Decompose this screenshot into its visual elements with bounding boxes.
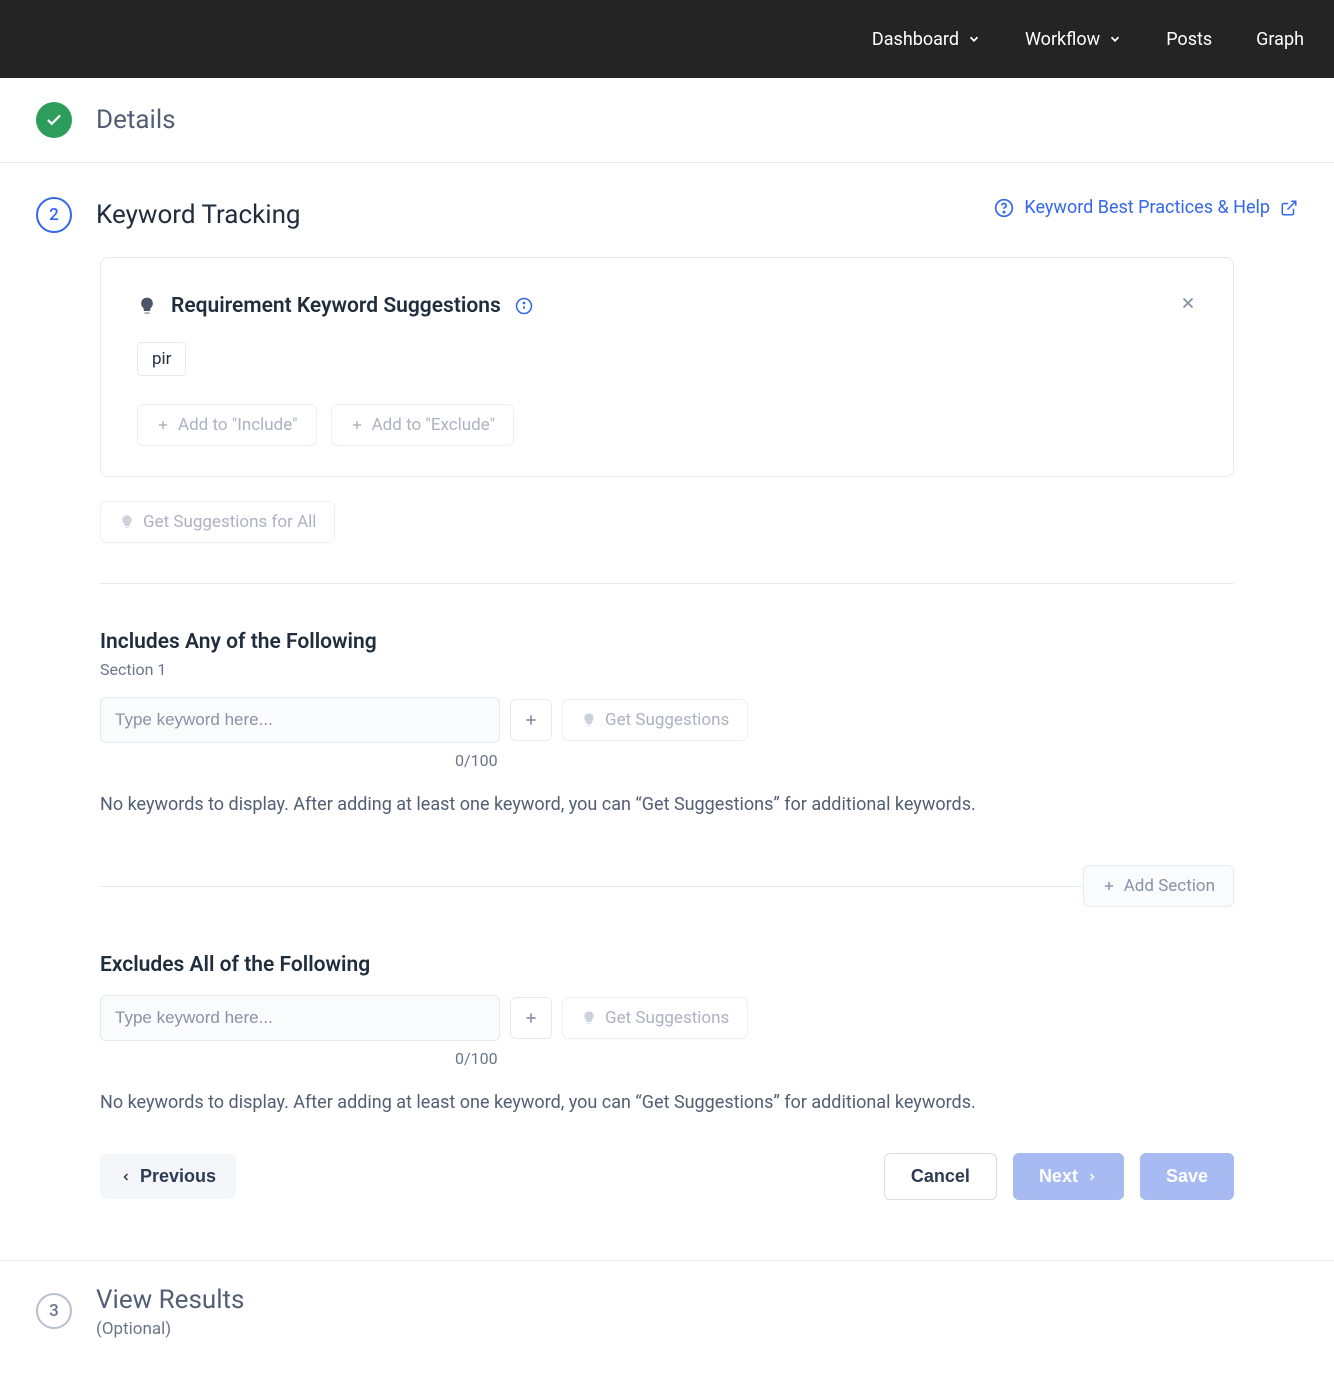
cancel-label: Cancel	[911, 1166, 970, 1186]
suggestion-actions: Add to "Include" Add to "Exclude"	[137, 404, 1197, 446]
nav-workflow[interactable]: Workflow	[1025, 29, 1122, 50]
footer-actions: Previous Cancel Next Save	[100, 1153, 1234, 1230]
step-3-number: 3	[49, 1301, 59, 1321]
suggestions-card-title: Requirement Keyword Suggestions	[171, 294, 501, 318]
question-circle-icon	[994, 198, 1014, 218]
nav-posts[interactable]: Posts	[1166, 29, 1212, 50]
help-link[interactable]: Keyword Best Practices & Help	[994, 197, 1298, 218]
plus-icon	[1102, 879, 1116, 893]
chevron-right-icon	[1086, 1171, 1098, 1183]
divider	[100, 886, 1083, 887]
excludes-get-suggestions-button[interactable]: Get Suggestions	[562, 997, 748, 1039]
includes-keyword-input[interactable]	[100, 697, 500, 743]
add-section-button[interactable]: Add Section	[1083, 865, 1234, 907]
step-2-header: 2 Keyword Tracking Keyword Best Practice…	[0, 163, 1334, 257]
includes-section-label: Section 1	[100, 660, 1234, 679]
excludes-keyword-input[interactable]	[100, 995, 500, 1041]
lightbulb-icon	[119, 514, 135, 530]
step-2-number: 2	[49, 205, 59, 225]
info-circle-icon[interactable]	[515, 297, 533, 315]
step-1-header[interactable]: Details	[0, 78, 1334, 163]
suggestions-card: Requirement Keyword Suggestions pir Add …	[100, 257, 1234, 477]
check-icon	[45, 111, 63, 129]
add-to-include-label: Add to "Include"	[178, 415, 298, 435]
plus-icon	[156, 418, 170, 432]
get-suggestions-all-button[interactable]: Get Suggestions for All	[100, 501, 335, 543]
suggestion-chip[interactable]: pir	[137, 342, 186, 376]
help-link-label: Keyword Best Practices & Help	[1024, 197, 1270, 218]
add-to-exclude-button[interactable]: Add to "Exclude"	[331, 404, 515, 446]
add-section-label: Add Section	[1124, 876, 1215, 896]
plus-icon	[523, 1010, 539, 1026]
step-2-circle: 2	[36, 197, 72, 233]
keyword-tracking-panel: Requirement Keyword Suggestions pir Add …	[0, 257, 1334, 1260]
add-to-exclude-label: Add to "Exclude"	[372, 415, 496, 435]
excludes-add-button[interactable]	[510, 997, 552, 1039]
close-suggestions-button[interactable]	[1179, 294, 1197, 312]
save-label: Save	[1166, 1166, 1208, 1187]
includes-counter: 0/100	[455, 751, 1234, 770]
step-3-subtitle: (Optional)	[96, 1319, 244, 1339]
includes-empty-text: No keywords to display. After adding at …	[100, 794, 1234, 815]
excludes-empty-text: No keywords to display. After adding at …	[100, 1092, 1234, 1113]
save-button[interactable]: Save	[1140, 1153, 1234, 1200]
includes-input-row: Get Suggestions	[100, 697, 1234, 743]
step-2-title: Keyword Tracking	[96, 200, 301, 230]
excludes-input-row: Get Suggestions	[100, 995, 1234, 1041]
includes-get-suggestions-button[interactable]: Get Suggestions	[562, 699, 748, 741]
add-section-row: Add Section	[100, 865, 1234, 907]
nav-graph-label: Graph	[1256, 29, 1304, 50]
includes-title: Includes Any of the Following	[100, 630, 1234, 654]
divider	[100, 583, 1234, 584]
previous-button[interactable]: Previous	[100, 1154, 236, 1199]
next-button[interactable]: Next	[1013, 1153, 1124, 1200]
nav-dashboard-label: Dashboard	[872, 29, 959, 50]
previous-label: Previous	[140, 1166, 216, 1187]
add-to-include-button[interactable]: Add to "Include"	[137, 404, 317, 446]
includes-get-suggestions-label: Get Suggestions	[605, 710, 729, 730]
nav-graph[interactable]: Graph	[1256, 29, 1304, 50]
close-icon	[1179, 294, 1197, 312]
nav-dashboard[interactable]: Dashboard	[872, 29, 981, 50]
top-nav: Dashboard Workflow Posts Graph	[0, 0, 1334, 78]
step-3-header[interactable]: 3 View Results (Optional)	[0, 1260, 1334, 1379]
next-label: Next	[1039, 1166, 1078, 1187]
lightbulb-icon	[137, 296, 157, 316]
get-all-row: Get Suggestions for All	[100, 501, 1234, 543]
cancel-button[interactable]: Cancel	[884, 1153, 997, 1200]
plus-icon	[523, 712, 539, 728]
suggestions-card-header: Requirement Keyword Suggestions	[137, 294, 1197, 318]
step-1-title: Details	[96, 105, 176, 135]
excludes-counter: 0/100	[455, 1049, 1234, 1068]
chevron-down-icon	[1108, 32, 1122, 46]
step-3-title: View Results	[96, 1285, 244, 1315]
excludes-get-suggestions-label: Get Suggestions	[605, 1008, 729, 1028]
lightbulb-icon	[581, 1010, 597, 1026]
lightbulb-icon	[581, 712, 597, 728]
chevron-left-icon	[120, 1171, 132, 1183]
nav-workflow-label: Workflow	[1025, 29, 1100, 50]
step-3-circle: 3	[36, 1293, 72, 1329]
includes-add-button[interactable]	[510, 699, 552, 741]
external-link-icon	[1280, 199, 1298, 217]
step-1-circle	[36, 102, 72, 138]
get-suggestions-all-label: Get Suggestions for All	[143, 512, 316, 532]
nav-posts-label: Posts	[1166, 29, 1212, 50]
excludes-title: Excludes All of the Following	[100, 953, 1234, 977]
suggestion-chip-label: pir	[152, 349, 171, 369]
footer-right: Cancel Next Save	[884, 1153, 1234, 1200]
plus-icon	[350, 418, 364, 432]
chevron-down-icon	[967, 32, 981, 46]
